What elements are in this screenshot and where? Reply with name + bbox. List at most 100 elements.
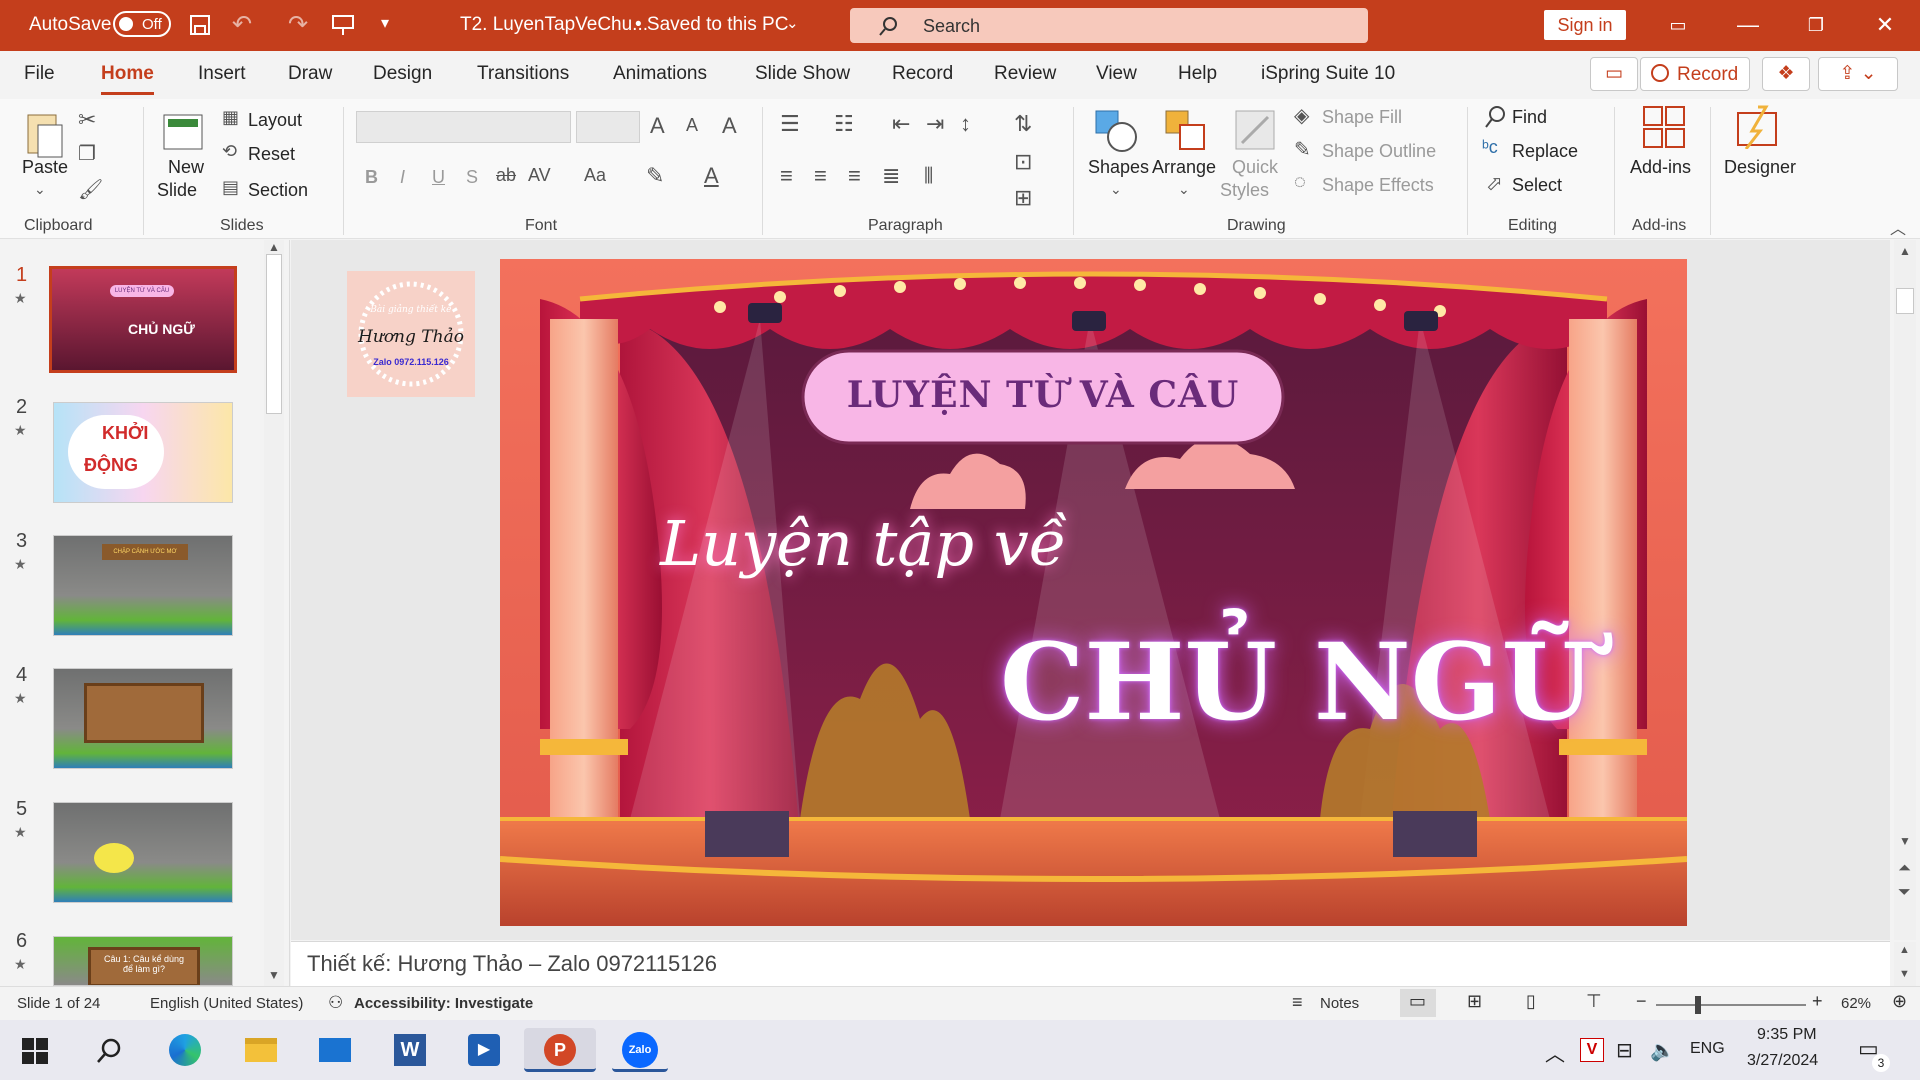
paste-label[interactable]: Paste: [22, 157, 68, 178]
antivirus-icon[interactable]: V: [1580, 1038, 1604, 1062]
current-slide[interactable]: LUYỆN TỪ VÀ CÂU Luyện tập về CHỦ NGỮ: [500, 259, 1687, 926]
shapes-button[interactable]: Shapes: [1088, 157, 1149, 178]
layout-button[interactable]: Layout: [248, 110, 302, 131]
sign-in-button[interactable]: Sign in: [1544, 10, 1626, 40]
autosave-toggle[interactable]: Off: [113, 11, 171, 37]
reset-button[interactable]: Reset: [248, 144, 295, 165]
next-slide-icon[interactable]: ⏷: [1898, 884, 1911, 902]
search-icon[interactable]: [96, 1038, 122, 1064]
numbering-icon[interactable]: ☷: [834, 111, 854, 137]
present-icon[interactable]: [331, 14, 355, 36]
scroll-down-icon[interactable]: ▼: [1899, 834, 1911, 848]
save-status[interactable]: • Saved to this PC: [635, 14, 788, 36]
format-painter-icon[interactable]: 🖌: [78, 177, 103, 202]
tab-record[interactable]: Record: [892, 63, 953, 85]
shape-outline-icon[interactable]: ✎: [1294, 137, 1311, 162]
input-language[interactable]: ENG: [1690, 1040, 1725, 1058]
slide-sorter-icon[interactable]: ⊞: [1467, 991, 1482, 1012]
add-ins-icon[interactable]: [1642, 105, 1686, 149]
new-slide-label-1[interactable]: New: [168, 157, 204, 178]
new-slide-icon[interactable]: [160, 107, 206, 155]
clock-date[interactable]: 3/27/2024: [1747, 1052, 1818, 1070]
previous-slide-icon[interactable]: ⏶: [1898, 860, 1911, 878]
scroll-down-icon[interactable]: ▼: [1899, 968, 1910, 980]
cut-icon[interactable]: ✂: [78, 107, 96, 133]
font-size-input[interactable]: [576, 111, 640, 143]
powerpoint-icon[interactable]: P: [524, 1028, 596, 1072]
chevron-down-icon[interactable]: ⌄: [34, 181, 46, 198]
slide-subtitle[interactable]: Luyện tập về: [660, 507, 1067, 580]
slide-thumb-2[interactable]: KHỞI ĐỘNG: [53, 402, 233, 503]
record-button[interactable]: Record: [1640, 57, 1750, 91]
teams-icon[interactable]: ❖: [1762, 57, 1810, 91]
tab-home[interactable]: Home: [101, 63, 154, 95]
tab-ispring[interactable]: iSpring Suite 10: [1261, 63, 1395, 85]
scroll-up-icon[interactable]: ▲: [1899, 944, 1910, 956]
collapse-ribbon-icon[interactable]: ︿: [1890, 215, 1906, 239]
notes-text[interactable]: Thiết kế: Hương Thảo – Zalo 0972115126: [307, 951, 717, 977]
restore-icon[interactable]: ❐: [1796, 10, 1836, 40]
align-center-icon[interactable]: ≡: [814, 163, 827, 189]
media-player-icon[interactable]: ▶: [460, 1028, 508, 1072]
chevron-down-icon[interactable]: ⌄: [1110, 181, 1122, 198]
line-spacing-icon[interactable]: ↕: [960, 111, 971, 137]
volume-icon[interactable]: 🔈: [1650, 1038, 1675, 1063]
minimize-icon[interactable]: —: [1728, 10, 1768, 40]
customize-qat-icon[interactable]: ▾: [381, 13, 389, 33]
ribbon-display-icon[interactable]: ▭: [1658, 10, 1698, 40]
designer-icon[interactable]: [1736, 105, 1782, 149]
find-button[interactable]: Find: [1512, 107, 1547, 128]
char-spacing-icon[interactable]: AV: [528, 165, 551, 186]
notes-icon[interactable]: ≡: [1292, 992, 1303, 1013]
bold-button[interactable]: B: [365, 167, 378, 188]
section-button[interactable]: Section: [248, 180, 308, 201]
shape-fill-icon[interactable]: ◈: [1294, 103, 1309, 128]
scroll-down-icon[interactable]: ▼: [268, 968, 280, 982]
font-name-input[interactable]: [356, 111, 571, 143]
zalo-icon[interactable]: Zalo: [612, 1028, 668, 1072]
tab-review[interactable]: Review: [994, 63, 1056, 85]
change-case-icon[interactable]: Aa: [584, 165, 606, 186]
highlight-icon[interactable]: ✎: [646, 163, 664, 189]
find-icon[interactable]: [1484, 105, 1508, 129]
notes-button[interactable]: Notes: [1320, 995, 1359, 1012]
chevron-down-icon[interactable]: ⌄: [1178, 181, 1190, 198]
shape-effects-icon[interactable]: ◌: [1294, 171, 1306, 194]
replace-icon[interactable]: ᵇc: [1482, 137, 1498, 158]
save-icon[interactable]: [189, 14, 211, 36]
underline-button[interactable]: U: [432, 167, 445, 188]
copy-icon[interactable]: ❐: [78, 141, 96, 166]
slide-thumb-1[interactable]: LUYỆN TỪ VÀ CÂU CHỦ NGỮ: [49, 266, 237, 373]
thumbnails-scrollbar[interactable]: ▲ ▼: [264, 240, 284, 986]
slide-banner[interactable]: LUYỆN TỪ VÀ CÂU: [803, 374, 1283, 416]
tab-help[interactable]: Help: [1178, 63, 1217, 85]
align-right-icon[interactable]: ≡: [848, 163, 861, 189]
scroll-thumb[interactable]: [1896, 288, 1914, 314]
clock-time[interactable]: 9:35 PM: [1757, 1026, 1817, 1044]
decrease-font-icon[interactable]: A: [686, 115, 698, 136]
increase-indent-icon[interactable]: ⇥: [926, 111, 944, 137]
quick-styles-icon[interactable]: [1232, 107, 1278, 155]
tab-slide-show[interactable]: Slide Show: [755, 63, 850, 85]
tab-transitions[interactable]: Transitions: [477, 63, 569, 85]
slide-thumbnails-panel[interactable]: 1 ★ LUYỆN TỪ VÀ CÂU CHỦ NGỮ 2 ★ KHỞI ĐỘN…: [0, 240, 290, 986]
select-icon[interactable]: ⬀: [1486, 171, 1503, 196]
search-box[interactable]: Search: [850, 8, 1368, 43]
accessibility-status[interactable]: Accessibility: Investigate: [354, 995, 533, 1012]
chevron-down-icon[interactable]: ⌄: [786, 14, 799, 32]
quick-styles-label-2[interactable]: Styles: [1220, 180, 1269, 201]
close-icon[interactable]: ✕: [1865, 10, 1905, 40]
scroll-up-icon[interactable]: ▲: [268, 240, 280, 254]
slide-thumb-6[interactable]: Câu 1: Câu kể dùng để làm gì?: [53, 936, 233, 986]
editor-scrollbar[interactable]: ▲ ▼ ⏶ ⏷: [1894, 240, 1916, 940]
zoom-out-icon[interactable]: −: [1636, 991, 1647, 1012]
tab-file[interactable]: File: [24, 63, 55, 85]
smartart-icon[interactable]: ⊞: [1014, 185, 1032, 211]
slide-thumb-3[interactable]: CHẶP CÁNH ƯỚC MƠ: [53, 535, 233, 636]
align-left-icon[interactable]: ≡: [780, 163, 793, 189]
share-icon[interactable]: ⇪ ⌄: [1818, 57, 1898, 91]
scroll-up-icon[interactable]: ▲: [1899, 244, 1911, 258]
paste-icon[interactable]: [24, 107, 64, 163]
reset-icon[interactable]: ⟲: [222, 141, 237, 162]
scroll-thumb[interactable]: [266, 254, 282, 414]
